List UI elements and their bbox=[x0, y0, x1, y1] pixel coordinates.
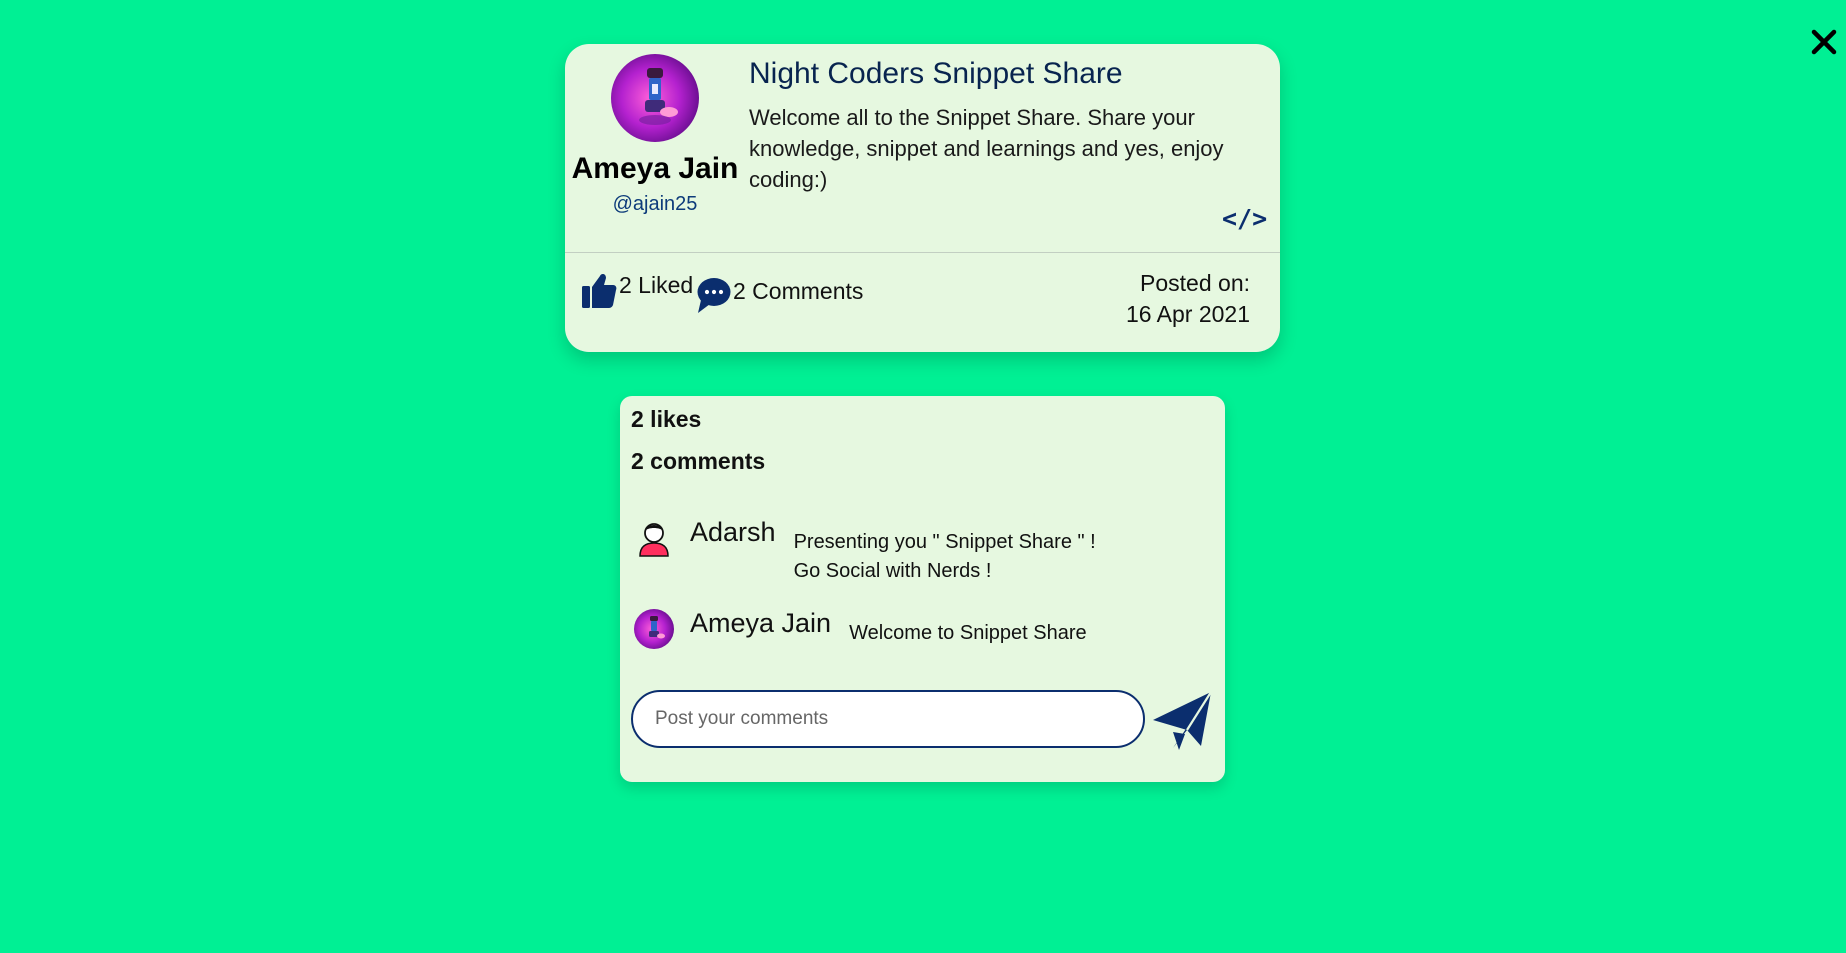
paper-plane-icon bbox=[1153, 691, 1212, 750]
comment-text-line: Presenting you " Snippet Share " ! bbox=[793, 531, 1096, 553]
posted-on-date: 16 Apr 2021 bbox=[1125, 301, 1250, 327]
chat-bubble-icon bbox=[697, 278, 731, 313]
post-details-card: 2 likes 2 comments Adarsh Presenting you… bbox=[620, 396, 1225, 782]
post-card: Ameya Jain @ajain25 Night Coders Snippet… bbox=[565, 44, 1280, 352]
code-icon[interactable]: </> bbox=[1222, 204, 1267, 233]
comment-item: Adarsh Presenting you " Snippet Share " … bbox=[634, 517, 1096, 586]
likes-label: 2 Liked bbox=[619, 272, 694, 298]
likes-count[interactable]: 2 likes bbox=[631, 406, 701, 433]
post-body: Welcome all to the Snippet Share. Share … bbox=[749, 105, 1224, 192]
comment-text: Presenting you " Snippet Share " ! Go So… bbox=[794, 528, 1096, 586]
close-icon bbox=[1811, 29, 1837, 55]
commenter-avatar bbox=[634, 609, 674, 649]
thumbs-up-icon bbox=[582, 273, 617, 308]
author-handle[interactable]: @ajain25 bbox=[565, 193, 745, 216]
comment-user[interactable]: Ameya Jain bbox=[690, 608, 831, 639]
posted-on-label: Posted on: bbox=[1140, 270, 1250, 296]
send-button[interactable] bbox=[1151, 690, 1213, 752]
author-name[interactable]: Ameya Jain bbox=[565, 152, 745, 185]
comments-label: 2 Comments bbox=[733, 278, 864, 304]
comment-text-line: Go Social with Nerds ! bbox=[793, 560, 992, 582]
comments-count: 2 comments bbox=[631, 448, 766, 474]
comment-user[interactable]: Adarsh bbox=[690, 517, 776, 548]
comment-input[interactable] bbox=[631, 690, 1145, 748]
posted-on: Posted on: 16 Apr 2021 bbox=[1126, 268, 1250, 330]
comment-item: Ameya Jain Welcome to Snippet Share bbox=[634, 608, 1087, 649]
like-button[interactable]: 2 Liked bbox=[581, 270, 693, 310]
post-divider bbox=[565, 252, 1280, 253]
author-avatar[interactable] bbox=[611, 54, 699, 142]
post-title: Night Coders Snippet Share bbox=[749, 57, 1123, 90]
default-user-icon bbox=[639, 523, 669, 557]
comments-button[interactable]: 2 Comments bbox=[695, 276, 863, 314]
comment-text-line: Welcome to Snippet Share bbox=[849, 622, 1087, 644]
post-author: Ameya Jain @ajain25 bbox=[565, 54, 745, 216]
comment-text: Welcome to Snippet Share bbox=[849, 619, 1087, 648]
close-button[interactable] bbox=[1808, 26, 1840, 58]
